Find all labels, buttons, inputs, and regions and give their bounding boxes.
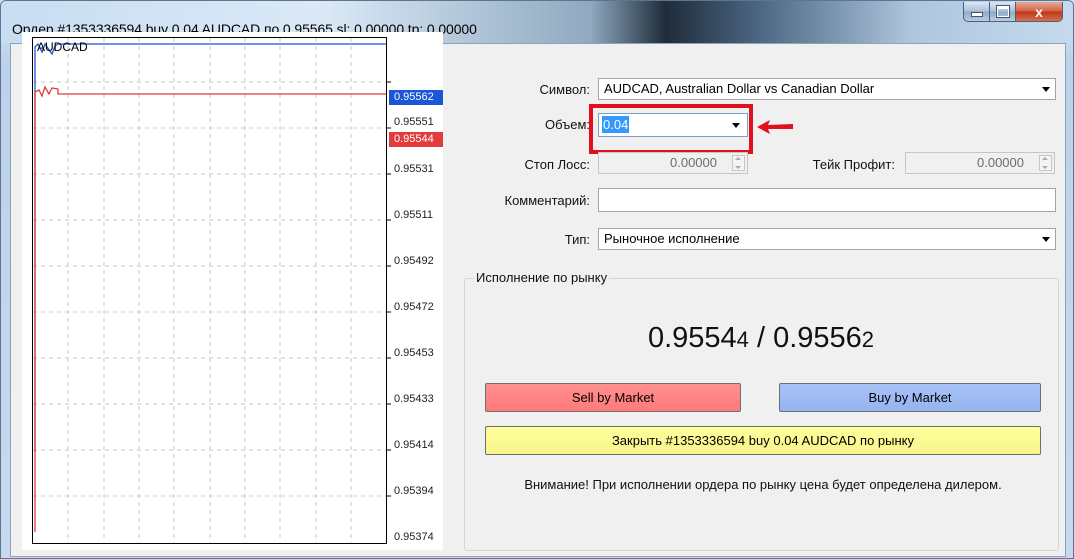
market-execution-title: Исполнение по рынку bbox=[474, 270, 610, 285]
minimize-icon[interactable] bbox=[963, 2, 990, 22]
symbol-value: AUDCAD, Australian Dollar vs Canadian Do… bbox=[604, 81, 875, 96]
comment-input[interactable] bbox=[598, 188, 1056, 212]
ask-quote-last-digit: 2 bbox=[861, 327, 875, 352]
chart-grid bbox=[33, 38, 391, 543]
close-icon[interactable]: x bbox=[1016, 2, 1063, 22]
bid-quote-last-digit: 4 bbox=[736, 327, 749, 352]
ask-price-tag: 0.95562 bbox=[389, 90, 443, 105]
volume-label: Объем: bbox=[544, 117, 590, 132]
bid-quote-main: 0.9554 bbox=[647, 322, 737, 354]
window-controls: x bbox=[963, 2, 1063, 22]
sell-by-market-button[interactable]: Sell by Market bbox=[485, 383, 741, 412]
stoploss-field[interactable]: 0.00000 bbox=[598, 152, 748, 174]
volume-highlight-frame bbox=[589, 104, 753, 154]
market-execution-group bbox=[464, 278, 1059, 551]
price-label: 0.95414 bbox=[394, 439, 434, 451]
takeprofit-value: 0.00000 bbox=[977, 155, 1024, 170]
order-type-value: Рыночное исполнение bbox=[604, 231, 740, 246]
price-label: 0.95394 bbox=[394, 485, 434, 497]
price-label: 0.95551 bbox=[394, 116, 434, 128]
symbol-select[interactable]: AUDCAD, Australian Dollar vs Canadian Do… bbox=[598, 78, 1056, 100]
tick-chart: AUDCAD 0.95562 0.95551 0.95544 0.95531 0… bbox=[22, 32, 443, 550]
chevron-down-icon bbox=[1042, 237, 1050, 242]
takeprofit-field[interactable]: 0.00000 bbox=[905, 152, 1055, 174]
price-label: 0.95453 bbox=[394, 347, 434, 359]
order-type-label: Тип: bbox=[564, 232, 590, 247]
ask-quote-main: 0.9556 bbox=[773, 322, 862, 354]
takeprofit-label: Тейк Профит: bbox=[812, 157, 895, 172]
symbol-label: Символ: bbox=[539, 82, 591, 97]
stoploss-spinner-icon[interactable] bbox=[732, 155, 745, 171]
buy-by-market-button[interactable]: Buy by Market bbox=[779, 383, 1041, 412]
takeprofit-spinner-icon[interactable] bbox=[1039, 155, 1052, 171]
bid-price-tag: 0.95544 bbox=[389, 132, 443, 147]
price-label: 0.95492 bbox=[394, 255, 434, 267]
price-label: 0.95531 bbox=[394, 163, 434, 175]
price-label: 0.95511 bbox=[394, 209, 433, 221]
quote-separator: / bbox=[748, 322, 774, 354]
maximize-icon[interactable] bbox=[990, 2, 1016, 22]
comment-label: Комментарий: bbox=[504, 193, 591, 208]
stoploss-value: 0.00000 bbox=[670, 155, 717, 170]
chart-symbol-label: AUDCAD bbox=[37, 40, 88, 54]
chevron-down-icon bbox=[1042, 87, 1050, 92]
price-label: 0.95433 bbox=[394, 393, 434, 405]
close-order-button[interactable]: Закрыть #1353336594 buy 0.04 AUDCAD по р… bbox=[485, 426, 1041, 455]
bid-ask-quote: 0.95544 / 0.95562 bbox=[463, 322, 1059, 355]
stoploss-label: Стоп Лосс: bbox=[524, 157, 590, 172]
pointer-arrow-icon bbox=[757, 120, 793, 134]
order-type-select[interactable]: Рыночное исполнение bbox=[598, 228, 1056, 250]
price-label: 0.95472 bbox=[394, 301, 434, 313]
market-warning-text: Внимание! При исполнении ордера по рынку… bbox=[524, 477, 1002, 492]
price-label: 0.95374 bbox=[394, 531, 434, 543]
